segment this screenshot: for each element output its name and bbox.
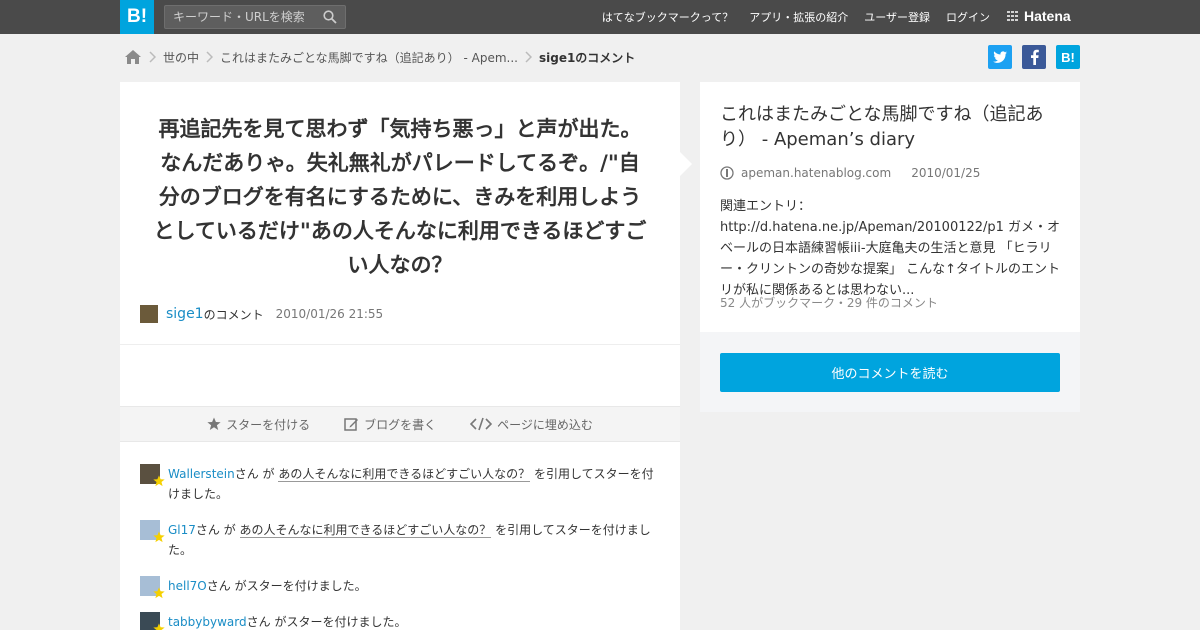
star-list: Wallersteinさん が あの人そんなに利用できるほどすごい人なの？ を引… bbox=[140, 464, 660, 630]
star-user[interactable]: hell7O bbox=[168, 579, 207, 593]
star-quote[interactable]: あの人そんなに利用できるほどすごい人なの？ bbox=[278, 467, 531, 482]
nav-about[interactable]: はてなブックマークって？ bbox=[602, 9, 733, 25]
home-icon[interactable] bbox=[124, 49, 142, 65]
breadcrumb: 世の中 これはまたみごとな馬脚ですね（追記あり） - Apem... sige1… bbox=[124, 46, 635, 68]
entry-site-line: apeman.hatenablog.com 2010/01/25 bbox=[720, 166, 980, 180]
twitter-icon bbox=[992, 51, 1007, 63]
top-nav: はてなブックマークって？ アプリ・拡張の紹介 ユーザー登録 ログイン bbox=[586, 0, 990, 34]
entry-panel: これはまたみごとな馬脚ですね（追記あり） - Apeman’s diary ap… bbox=[700, 82, 1080, 412]
star-text: さん がスターを付けました。 bbox=[206, 579, 367, 593]
avatar[interactable] bbox=[140, 305, 158, 323]
search-box[interactable] bbox=[164, 5, 346, 29]
twitter-share-button[interactable] bbox=[988, 45, 1012, 69]
add-star-label: スターを付ける bbox=[226, 417, 311, 432]
bookmark-counts[interactable]: 52 人がブックマーク・29 件のコメント bbox=[720, 294, 938, 311]
chevron-right-icon bbox=[525, 51, 532, 63]
social-share: B! bbox=[978, 45, 1080, 69]
search-icon[interactable] bbox=[323, 10, 337, 24]
chevron-right-icon bbox=[149, 51, 156, 63]
hatena-brand[interactable]: Hatena bbox=[1006, 8, 1071, 24]
star-text: さん が bbox=[234, 467, 279, 481]
star-icon bbox=[153, 623, 165, 630]
comment-meta: sige1 のコメント 2010/01/26 21:55 bbox=[140, 305, 383, 323]
comment-card: 再追記先を見て思わず「気持ち悪っ」と声が出た。なんだありゃ。失礼無礼がパレードし… bbox=[120, 82, 680, 630]
hatena-brand-icon bbox=[1007, 11, 1019, 21]
hatena-brand-label: Hatena bbox=[1024, 8, 1071, 24]
entry-title[interactable]: これはまたみごとな馬脚ですね（追記あり） - Apeman’s diary bbox=[720, 102, 1065, 152]
breadcrumb-category[interactable]: 世の中 bbox=[163, 49, 199, 66]
chevron-right-icon bbox=[206, 51, 214, 63]
comment-date[interactable]: 2010/01/26 21:55 bbox=[276, 307, 384, 321]
write-blog-label: ブログを書く bbox=[364, 417, 437, 432]
facebook-share-button[interactable] bbox=[1022, 45, 1046, 69]
action-bar: スターを付ける ブログを書く ページに埋め込む bbox=[120, 406, 680, 442]
entry-summary: 関連エントリ：http://d.hatena.ne.jp/Apeman/2010… bbox=[720, 199, 1061, 298]
star-icon bbox=[153, 531, 165, 543]
star-user[interactable]: Wallerstein bbox=[168, 467, 235, 481]
search-input[interactable] bbox=[165, 6, 315, 28]
entry-site[interactable]: apeman.hatenablog.com bbox=[741, 166, 891, 180]
hatena-share-button[interactable]: B! bbox=[1056, 45, 1080, 69]
star-icon bbox=[153, 475, 165, 487]
embed-button[interactable]: ページに埋め込む bbox=[470, 416, 593, 433]
write-blog-button[interactable]: ブログを書く bbox=[344, 416, 436, 433]
divider bbox=[120, 344, 680, 345]
star-user[interactable]: Gl17 bbox=[168, 523, 196, 537]
nav-login[interactable]: ログイン bbox=[946, 9, 990, 25]
favicon-icon bbox=[720, 166, 734, 180]
list-item: tabbybywardさん がスターを付けました。 bbox=[140, 612, 660, 630]
star-icon bbox=[207, 417, 221, 430]
star-text: さん が bbox=[195, 523, 240, 537]
comment-text: 再追記先を見て思わず「気持ち悪っ」と声が出た。なんだありゃ。失礼無礼がパレードし… bbox=[153, 117, 647, 277]
list-item: hell7Oさん がスターを付けました。 bbox=[140, 576, 660, 599]
breadcrumb-current: sige1のコメント bbox=[538, 50, 636, 65]
edit-icon bbox=[344, 417, 359, 431]
comment-user[interactable]: sige1 bbox=[166, 306, 204, 322]
star-icon bbox=[153, 587, 165, 599]
embed-label: ページに埋め込む bbox=[497, 417, 593, 432]
facebook-icon bbox=[1030, 49, 1039, 65]
read-more-comments-button[interactable]: 他のコメントを読む bbox=[720, 353, 1060, 392]
card-pointer bbox=[680, 152, 692, 176]
hatena-bookmark-logo[interactable]: B! bbox=[120, 0, 154, 34]
nav-register[interactable]: ユーザー登録 bbox=[864, 9, 930, 25]
nav-apps[interactable]: アプリ・拡張の紹介 bbox=[749, 9, 848, 25]
star-user[interactable]: tabbybyward bbox=[168, 615, 247, 629]
top-bar: B! はてなブックマークって？ アプリ・拡張の紹介 ユーザー登録 ログイン Ha… bbox=[0, 0, 1200, 34]
entry-summary-card: これはまたみごとな馬脚ですね（追記あり） - Apeman’s diary ap… bbox=[700, 82, 1080, 332]
breadcrumb-entry[interactable]: これはまたみごとな馬脚ですね（追記あり） - Apem... bbox=[220, 49, 518, 66]
list-item: Wallersteinさん が あの人そんなに利用できるほどすごい人なの？ を引… bbox=[140, 464, 660, 504]
star-quote[interactable]: あの人そんなに利用できるほどすごい人なの？ bbox=[239, 523, 492, 538]
list-item: Gl17さん が あの人そんなに利用できるほどすごい人なの？ を引用してスターを… bbox=[140, 520, 660, 560]
comment-user-suffix: のコメント bbox=[203, 307, 264, 322]
star-text: さん がスターを付けました。 bbox=[246, 615, 407, 629]
entry-date: 2010/01/25 bbox=[911, 166, 981, 180]
add-star-button[interactable]: スターを付ける bbox=[207, 416, 310, 433]
code-icon bbox=[470, 417, 493, 431]
